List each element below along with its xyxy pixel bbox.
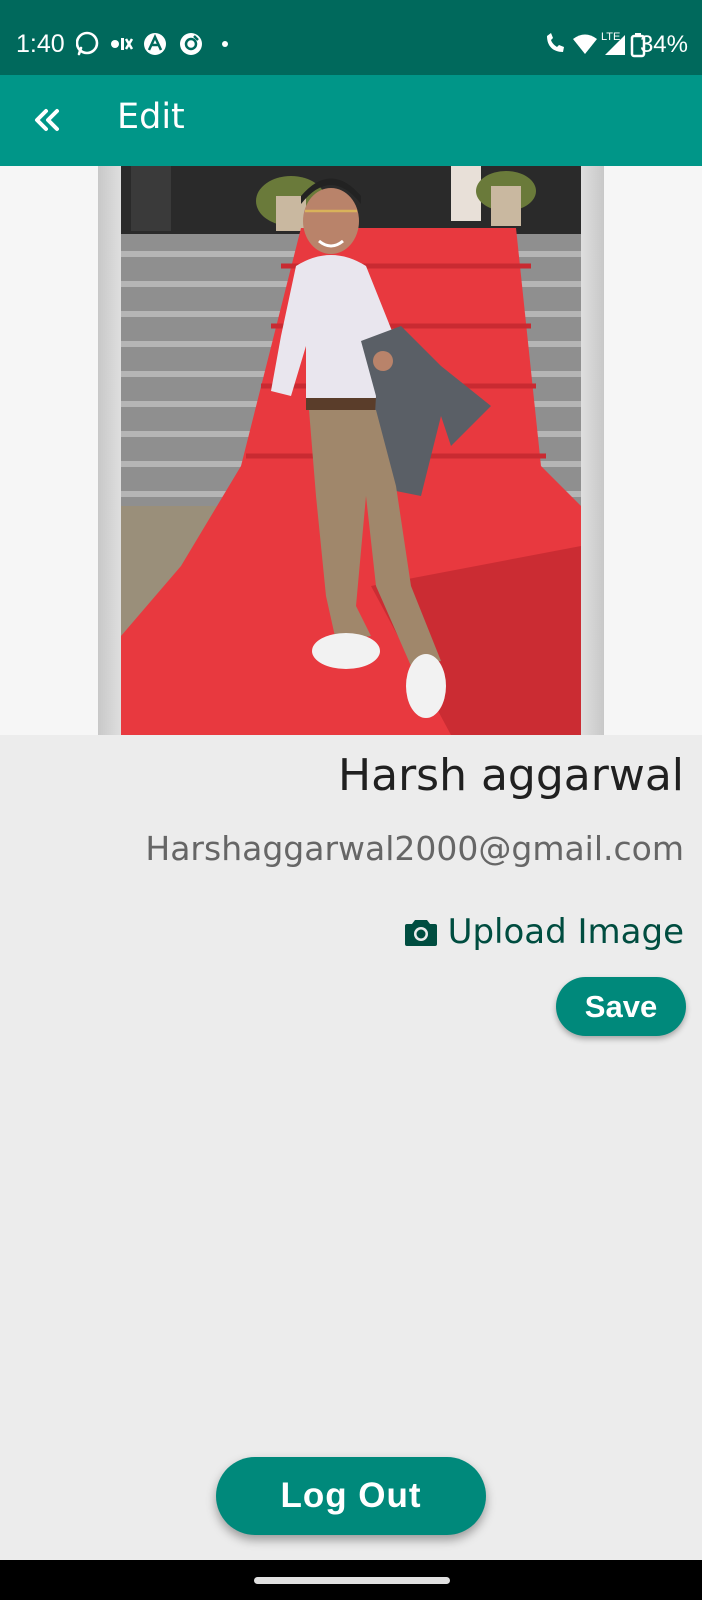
wifi-icon [573,34,597,54]
camera-icon [404,920,437,946]
profile-name: Harsh aggarwal [338,750,684,801]
olx-icon [111,38,134,50]
home-indicator[interactable] [254,1577,450,1584]
dot-icon [222,41,228,47]
status-time: 1:40 [16,30,65,58]
app-bar: Edit [0,75,702,166]
profile-email: Harshaggarwal2000@gmail.com [145,829,684,868]
double-chevron-left-icon [35,109,59,131]
system-nav-bar [0,1560,702,1600]
page-title: Edit [117,97,185,137]
wifi-calling-icon [547,33,564,52]
profile-photo [121,166,581,735]
notification-icons [76,31,228,56]
upload-image-label: Upload Image [447,912,684,952]
status-bar: 1:40 LTE 34% [0,0,702,75]
app-a-icon [144,33,166,55]
logout-button[interactable]: Log Out [216,1457,486,1535]
profile-photo-area [0,166,702,735]
save-button[interactable]: Save [556,977,686,1036]
network-label: LTE [601,31,620,43]
battery-percent: 34% [639,31,688,58]
whatsapp-icon [76,31,99,56]
photo-frame [98,166,604,735]
upload-image-button[interactable]: Upload Image [404,910,684,954]
back-button[interactable] [26,97,66,143]
app-circle-icon [180,33,202,55]
